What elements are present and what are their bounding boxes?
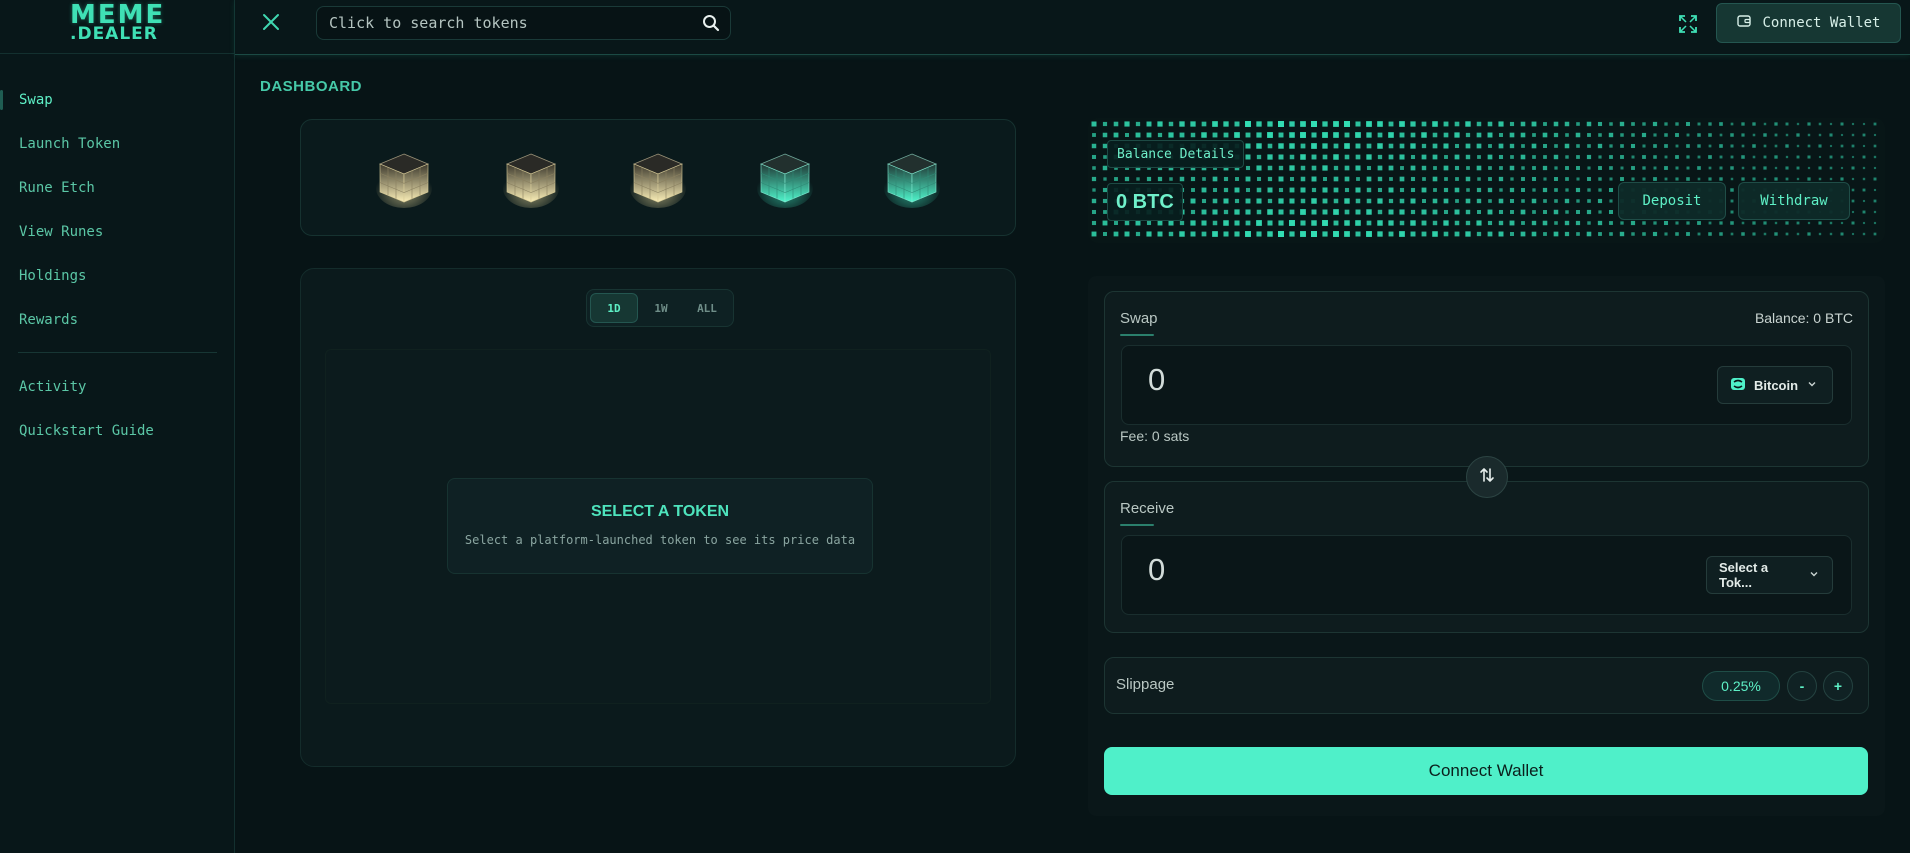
receive-title-underline [1120,524,1154,526]
expand-icon[interactable] [1677,13,1699,35]
search-bar[interactable] [316,6,731,40]
connect-wallet-top-button[interactable]: Connect Wallet [1716,3,1901,43]
logo-line-1: MEME [70,0,166,30]
swap-direction-button[interactable] [1466,456,1508,498]
swap-amount-field[interactable]: 0 Bitcoin [1121,345,1852,425]
swap-token-select[interactable]: Bitcoin [1717,366,1833,404]
balance-dot-pattern [1091,121,1877,237]
empty-state-message: Select a platform-launched token to see … [464,533,856,547]
withdraw-button[interactable]: Withdraw [1738,182,1850,220]
price-chart-panel: 1D 1W ALL SELECT A TOKEN Select a platfo… [300,268,1016,767]
chart-area: SELECT A TOKEN Select a platform-launche… [325,349,991,704]
sidebar-item-swap[interactable]: Swap [0,78,235,122]
receive-amount-input[interactable]: 0 [1148,552,1165,588]
range-tabs: 1D 1W ALL [586,289,734,327]
deposit-button[interactable]: Deposit [1618,182,1726,220]
swap-title-underline [1120,334,1154,336]
chevron-down-icon [1808,568,1820,583]
close-icon[interactable] [259,11,283,35]
connect-wallet-button[interactable]: Connect Wallet [1104,747,1868,795]
sidebar-divider [18,352,217,353]
balance-value: 0 BTC [1107,183,1183,221]
cube-gold-1 [376,148,433,208]
cube-gold-2 [503,148,560,208]
slippage-value[interactable]: 0.25% [1702,671,1780,701]
sidebar-item-launch-token[interactable]: Launch Token [0,122,235,166]
swap-token-label: Bitcoin [1754,377,1799,393]
swap-box: Swap Balance: 0 BTC 0 Bitcoin Fee: 0 sat… [1104,291,1869,467]
cubes-panel [300,119,1016,236]
sidebar-nav: Swap Launch Token Rune Etch View Runes H… [0,78,235,453]
receive-amount-field[interactable]: 0 Select a Tok... [1121,535,1852,615]
slippage-decrease-button[interactable]: - [1787,671,1817,701]
cube-gold-3 [629,148,686,208]
receive-token-label: Select a Tok... [1719,560,1769,590]
slippage-label: Slippage [1116,676,1175,693]
sidebar-item-quickstart-guide[interactable]: Quickstart Guide [0,409,235,453]
wallet-icon [1736,13,1752,33]
swap-balance: Balance: 0 BTC [1754,310,1853,326]
cube-teal-2 [883,148,940,208]
top-bar: Connect Wallet [235,0,1910,55]
receive-token-select[interactable]: Select a Tok... [1706,556,1833,594]
balance-panel: Balance Details 0 BTC Deposit Withdraw [1088,118,1885,243]
logo-line-2: .DEALER [70,24,158,44]
sidebar-divider-top [0,53,235,54]
page-title: DASHBOARD [260,78,362,95]
tab-1d[interactable]: 1D [590,293,638,323]
brand-logo[interactable]: MEME .DEALER [70,0,166,46]
slippage-increase-button[interactable]: + [1823,671,1853,701]
swap-form: Swap Balance: 0 BTC 0 Bitcoin Fee: 0 sat… [1088,276,1885,816]
tab-all[interactable]: ALL [684,293,730,323]
sidebar-item-view-runes[interactable]: View Runes [0,210,235,254]
empty-state-card: SELECT A TOKEN Select a platform-launche… [447,478,873,574]
sidebar-item-rewards[interactable]: Rewards [0,298,235,342]
bitcoin-icon [1730,376,1746,395]
sidebar-item-activity[interactable]: Activity [0,365,235,409]
sidebar-item-holdings[interactable]: Holdings [0,254,235,298]
cube-teal-1 [756,148,813,208]
receive-title: Receive [1120,500,1175,517]
swap-arrows-icon [1478,466,1496,488]
swap-amount-input[interactable]: 0 [1148,362,1165,398]
connect-wallet-top-label: Connect Wallet [1762,15,1881,31]
receive-box: Receive 0 Select a Tok... [1104,481,1869,633]
chevron-down-icon [1806,378,1818,393]
balance-details-label: Balance Details [1107,140,1245,168]
empty-state-title: SELECT A TOKEN [590,503,730,520]
sidebar: MEME .DEALER Swap Launch Token Rune Etch… [0,0,235,853]
tab-1w[interactable]: 1W [638,293,684,323]
search-icon[interactable] [702,14,720,32]
search-input[interactable] [329,7,689,39]
sidebar-item-rune-etch[interactable]: Rune Etch [0,166,235,210]
swap-title: Swap [1120,310,1158,327]
fee-text: Fee: 0 sats [1120,428,1190,444]
